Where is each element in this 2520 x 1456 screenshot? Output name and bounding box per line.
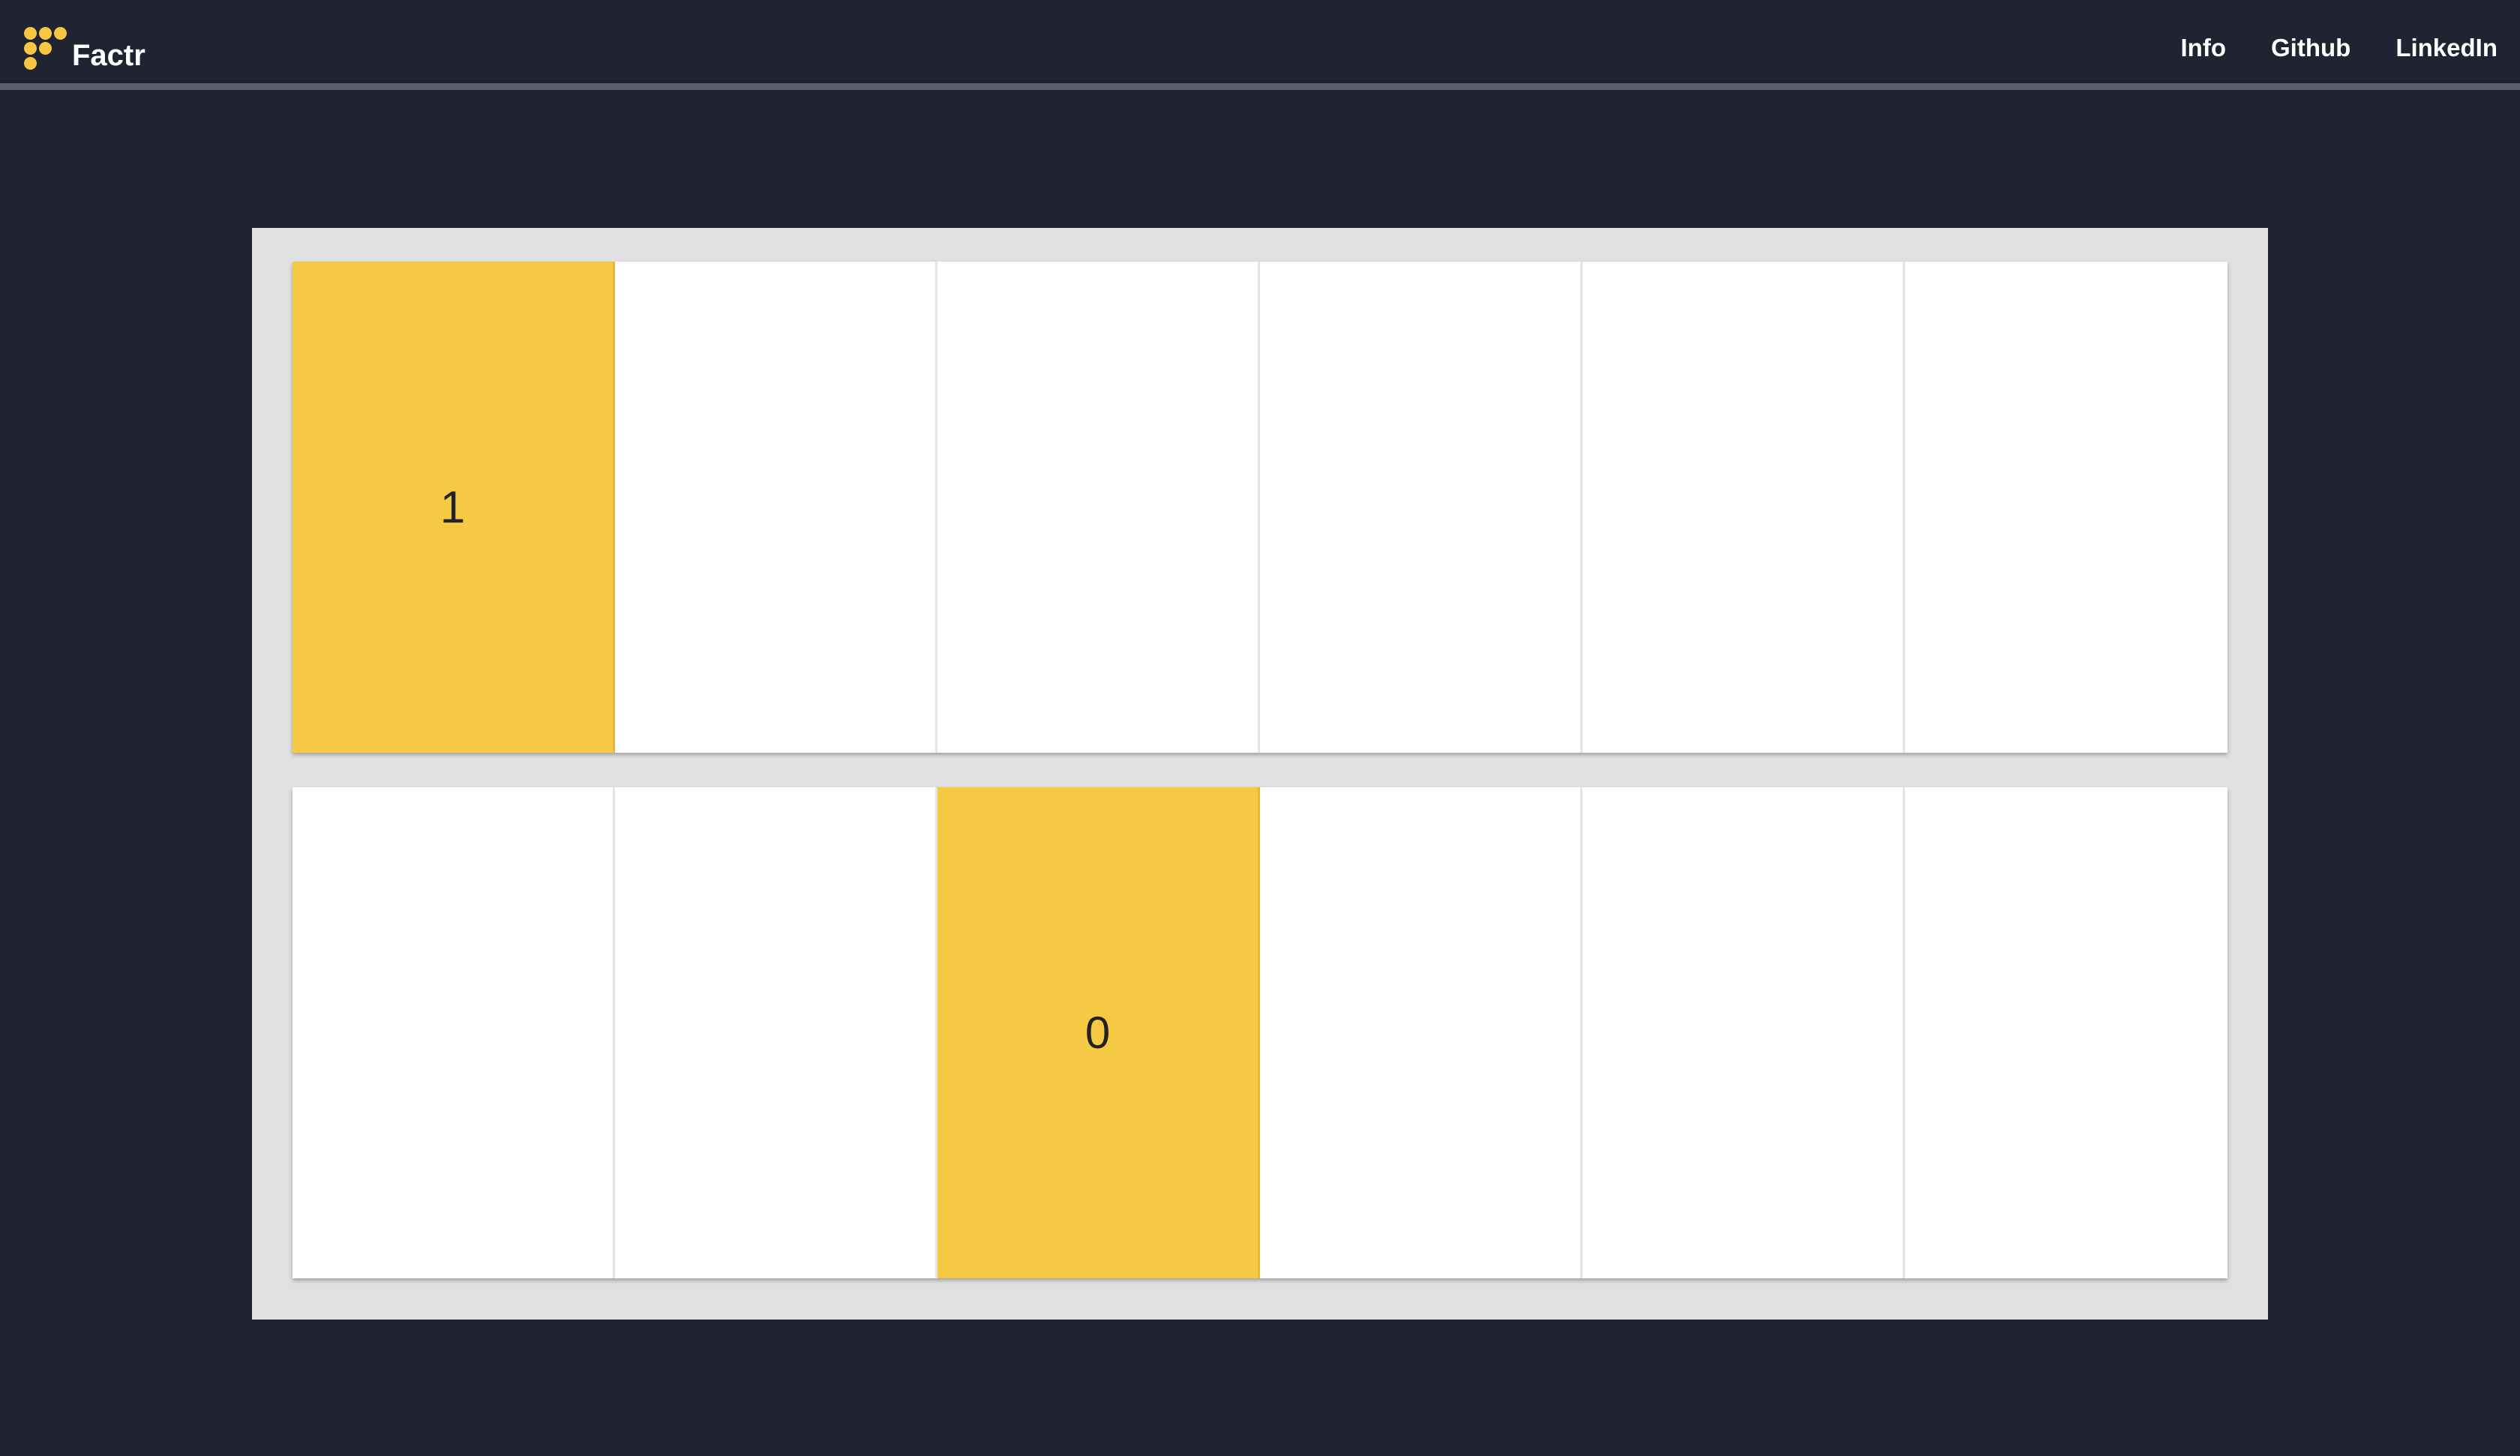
factr-dots-logo-icon [22, 25, 68, 70]
board-cell[interactable] [1582, 787, 1905, 1278]
board-cell[interactable] [938, 262, 1260, 753]
nav-link-linkedin[interactable]: LinkedIn [2396, 33, 2498, 63]
board-cell[interactable] [1905, 787, 2228, 1278]
board-cell[interactable] [1582, 262, 1905, 753]
top-navbar: Factr Info Github LinkedIn [0, 0, 2520, 90]
brand[interactable]: Factr [22, 25, 146, 70]
board-cell[interactable] [615, 787, 938, 1278]
board-row-1: 1 [292, 262, 2228, 753]
board-row-2: 0 [292, 787, 2228, 1278]
board-cell-active[interactable]: 0 [938, 787, 1260, 1278]
board-cell[interactable] [1260, 787, 1582, 1278]
board-cell[interactable] [615, 262, 938, 753]
board-cell[interactable] [1260, 262, 1582, 753]
brand-name: Factr [72, 39, 146, 72]
nav-link-info[interactable]: Info [2181, 33, 2226, 63]
game-board: 1 0 [252, 228, 2268, 1320]
nav-links: Info Github LinkedIn [2181, 33, 2498, 63]
board-cell[interactable] [292, 787, 615, 1278]
board-cell-active[interactable]: 1 [292, 262, 615, 753]
nav-link-github[interactable]: Github [2271, 33, 2350, 63]
board-cell[interactable] [1905, 262, 2228, 753]
